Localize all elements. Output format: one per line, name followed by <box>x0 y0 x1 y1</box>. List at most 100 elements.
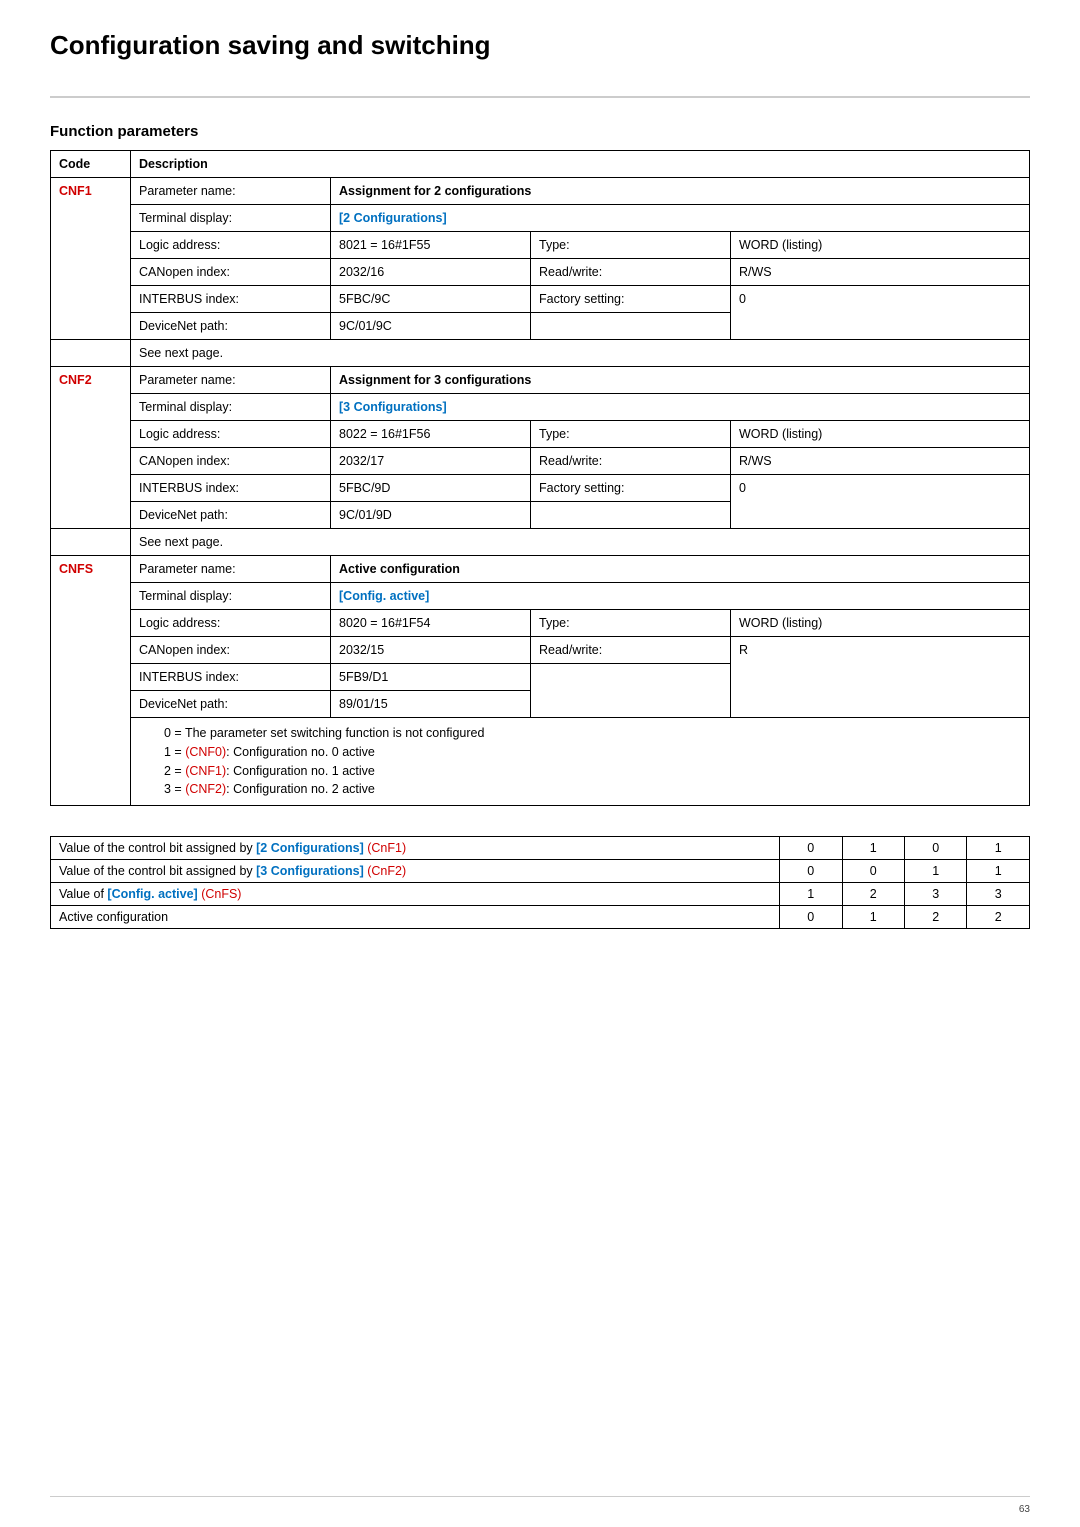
label-canopen: CANopen index: <box>131 448 331 475</box>
truth-desc: Active configuration <box>51 906 780 929</box>
label-interbus: INTERBUS index: <box>131 664 331 691</box>
footer-separator <box>50 1496 1030 1497</box>
table-row: CANopen index: 2032/15 Read/write: R <box>51 637 1030 664</box>
col-description: Description <box>131 151 1030 178</box>
value-devicenet: 89/01/15 <box>331 691 531 718</box>
truth-desc: Value of the control bit assigned by [3 … <box>51 860 780 883</box>
param-code: CNF2 <box>51 367 131 529</box>
label-logic-address: Logic address: <box>131 421 331 448</box>
table-row: See next page. <box>51 340 1030 367</box>
truth-value: 1 <box>905 860 967 883</box>
table-row: Terminal display: [Config. active] <box>51 583 1030 610</box>
value-devicenet: 9C/01/9D <box>331 502 531 529</box>
label-type: Type: <box>531 421 731 448</box>
value-type: WORD (listing) <box>731 421 1030 448</box>
page-title: Configuration saving and switching <box>50 30 1030 61</box>
table-row: Value of the control bit assigned by [3 … <box>51 860 1030 883</box>
value-interbus: 5FB9/D1 <box>331 664 531 691</box>
value-factory: 0 <box>731 475 1030 529</box>
table-row: CNFS Parameter name: Active configuratio… <box>51 556 1030 583</box>
truth-value: 2 <box>905 906 967 929</box>
table-row: INTERBUS index: 5FBC/9C Factory setting:… <box>51 286 1030 313</box>
section-heading: Function parameters <box>50 123 1030 140</box>
label-logic-address: Logic address: <box>131 610 331 637</box>
truth-value: 0 <box>780 837 842 860</box>
label-param-name: Parameter name: <box>131 367 331 394</box>
enum-line: 3 = <box>164 782 185 796</box>
label-canopen: CANopen index: <box>131 637 331 664</box>
enum-text: : Configuration no. 2 active <box>226 782 375 796</box>
value-type: WORD (listing) <box>731 232 1030 259</box>
enum-code: (CNF2) <box>185 782 226 796</box>
table-row: CANopen index: 2032/16 Read/write: R/WS <box>51 259 1030 286</box>
table-row: CANopen index: 2032/17 Read/write: R/WS <box>51 448 1030 475</box>
value-canopen: 2032/17 <box>331 448 531 475</box>
label-factory: Factory setting: <box>531 286 731 313</box>
label-type: Type: <box>531 232 731 259</box>
label-readwrite: Read/write: <box>531 637 731 664</box>
label-devicenet: DeviceNet path: <box>131 691 331 718</box>
value-param-name: Active configuration <box>331 556 1030 583</box>
table-header-row: Code Description <box>51 151 1030 178</box>
label-terminal-display: Terminal display: <box>131 394 331 421</box>
value-terminal-display: [2 Configurations] <box>331 205 1030 232</box>
value-devicenet: 9C/01/9C <box>331 313 531 340</box>
table-row: CNF1 Parameter name: Assignment for 2 co… <box>51 178 1030 205</box>
value-interbus: 5FBC/9D <box>331 475 531 502</box>
value-factory: 0 <box>731 286 1030 340</box>
table-row: Terminal display: [2 Configurations] <box>51 205 1030 232</box>
value-canopen: 2032/16 <box>331 259 531 286</box>
page-number: 63 <box>1019 1504 1030 1515</box>
table-row: Active configuration 0 1 2 2 <box>51 906 1030 929</box>
table-row: Value of [Config. active] (CnFS) 1 2 3 3 <box>51 883 1030 906</box>
table-row: 0 = The parameter set switching function… <box>51 718 1030 806</box>
table-row: Logic address: 8020 = 16#1F54 Type: WORD… <box>51 610 1030 637</box>
enum-line: 1 = <box>164 745 185 759</box>
truth-value: 0 <box>780 906 842 929</box>
value-type: WORD (listing) <box>731 610 1030 637</box>
label-terminal-display: Terminal display: <box>131 583 331 610</box>
enum-code: (CNF1) <box>185 764 226 778</box>
value-logic-address: 8022 = 16#1F56 <box>331 421 531 448</box>
label-param-name: Parameter name: <box>131 556 331 583</box>
value-logic-address: 8020 = 16#1F54 <box>331 610 531 637</box>
col-code: Code <box>51 151 131 178</box>
label-interbus: INTERBUS index: <box>131 286 331 313</box>
value-readwrite: R/WS <box>731 448 1030 475</box>
label-interbus: INTERBUS index: <box>131 475 331 502</box>
enum-text: : Configuration no. 1 active <box>226 764 375 778</box>
truth-value: 0 <box>780 860 842 883</box>
note: See next page. <box>131 529 1030 556</box>
value-terminal-display: [Config. active] <box>331 583 1030 610</box>
value-terminal-display: [3 Configurations] <box>331 394 1030 421</box>
enum-line: 2 = <box>164 764 185 778</box>
value-canopen: 2032/15 <box>331 637 531 664</box>
value-readwrite: R <box>731 637 1030 718</box>
value-enumeration: 0 = The parameter set switching function… <box>131 718 1030 806</box>
truth-value: 1 <box>842 837 904 860</box>
truth-value: 1 <box>842 906 904 929</box>
truth-value: 1 <box>967 837 1030 860</box>
param-code: CNFS <box>51 556 131 806</box>
function-parameters-table: Code Description CNF1 Parameter name: As… <box>50 150 1030 806</box>
truth-desc: Value of [Config. active] (CnFS) <box>51 883 780 906</box>
label-devicenet: DeviceNet path: <box>131 502 331 529</box>
enum-code: (CNF0) <box>185 745 226 759</box>
table-row: INTERBUS index: 5FBC/9D Factory setting:… <box>51 475 1030 502</box>
label-terminal-display: Terminal display: <box>131 205 331 232</box>
label-logic-address: Logic address: <box>131 232 331 259</box>
table-row: Terminal display: [3 Configurations] <box>51 394 1030 421</box>
truth-value: 3 <box>905 883 967 906</box>
truth-value: 0 <box>905 837 967 860</box>
truth-value: 2 <box>842 883 904 906</box>
value-param-name: Assignment for 3 configurations <box>331 367 1030 394</box>
value-interbus: 5FBC/9C <box>331 286 531 313</box>
label-type: Type: <box>531 610 731 637</box>
value-readwrite: R/WS <box>731 259 1030 286</box>
param-code: CNF1 <box>51 178 131 340</box>
table-row: Value of the control bit assigned by [2 … <box>51 837 1030 860</box>
header-separator <box>50 96 1030 98</box>
value-logic-address: 8021 = 16#1F55 <box>331 232 531 259</box>
truth-value: 1 <box>967 860 1030 883</box>
table-row: Logic address: 8021 = 16#1F55 Type: WORD… <box>51 232 1030 259</box>
